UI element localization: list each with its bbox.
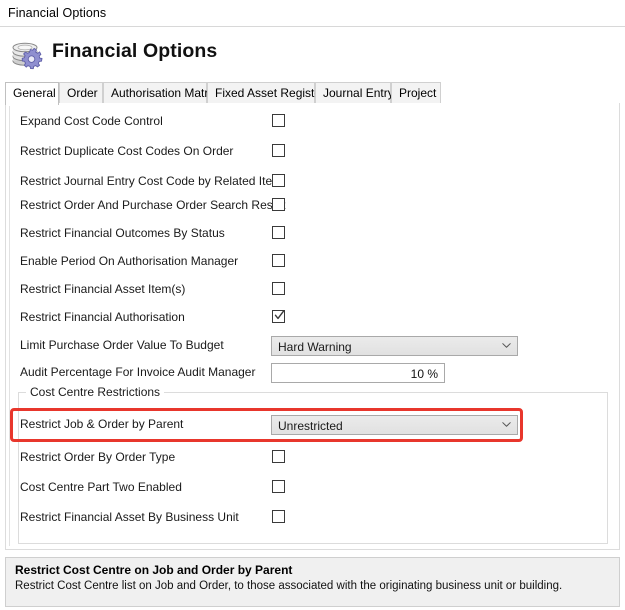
tab-strip: General Order Authorisation Matrix Fixed As…	[5, 82, 620, 105]
window-title: Financial Options	[8, 6, 107, 20]
checkbox-expand-cost-code-control[interactable]	[272, 114, 285, 127]
cost-centre-restrictions-legend: Cost Centre Restrictions	[26, 385, 165, 399]
checkbox-restrict-order-and-purchase-order-search-result[interactable]	[272, 198, 285, 211]
content-left-rule	[9, 106, 10, 546]
option-label: Cost Centre Part Two Enabled	[20, 480, 182, 494]
tab-order[interactable]: Order	[59, 82, 103, 103]
tab-authorisation-matrix[interactable]: Authorisation Matrix	[103, 82, 217, 103]
input-value: 10 %	[410, 367, 438, 381]
checkbox-restrict-order-by-order-type[interactable]	[272, 450, 285, 463]
checkbox-restrict-financial-asset-by-business-unit[interactable]	[272, 510, 285, 523]
option-label: Audit Percentage For Invoice Audit Manag…	[20, 365, 256, 379]
option-label: Restrict Financial Outcomes By Status	[20, 226, 225, 240]
option-row-cost-centre-part-two-enabled: Cost Centre Part Two Enabled	[20, 478, 610, 498]
option-label: Limit Purchase Order Value To Budget	[20, 338, 224, 352]
dropdown-restrict-job-order-by-parent[interactable]: Unrestricted	[271, 415, 518, 435]
checkbox-restrict-financial-asset-item-s[interactable]	[272, 282, 285, 295]
input-audit-percentage-for-invoice-audit-manager[interactable]: 10 %	[271, 363, 445, 383]
option-row-restrict-order-and-purchase-order-search-result: Restrict Order And Purchase Order Search…	[20, 196, 610, 216]
checkbox-restrict-journal-entry-cost-code-by-related-item[interactable]	[272, 174, 285, 187]
option-row-restrict-financial-authorisation: Restrict Financial Authorisation	[20, 308, 610, 328]
tab-fixed-asset-register[interactable]: Fixed Asset Register	[207, 82, 325, 103]
option-label: Expand Cost Code Control	[20, 114, 163, 128]
option-row-restrict-order-by-order-type: Restrict Order By Order Type	[20, 448, 610, 468]
option-row-restrict-job-order-by-parent: Restrict Job & Order by Parent Unrestrict…	[20, 415, 610, 435]
option-label: Restrict Job & Order by Parent	[20, 417, 184, 431]
option-row-restrict-duplicate-cost-codes-on-order: Restrict Duplicate Cost Codes On Order	[20, 142, 610, 162]
dropdown-limit-purchase-order-value-to-budget[interactable]: Hard Warning	[271, 336, 518, 356]
help-panel-title: Restrict Cost Centre on Job and Order by…	[15, 563, 293, 577]
option-row-audit-percentage-for-invoice-audit-manager: Audit Percentage For Invoice Audit Manag…	[20, 363, 610, 383]
tab-journal-entry[interactable]: Journal Entry	[315, 82, 394, 103]
checkbox-enable-period-on-authorisation-manager[interactable]	[272, 254, 285, 267]
option-label: Restrict Order By Order Type	[20, 450, 176, 464]
checkbox-restrict-duplicate-cost-codes-on-order[interactable]	[272, 144, 285, 157]
option-row-expand-cost-code-control: Expand Cost Code Control	[20, 112, 610, 132]
option-row-limit-purchase-order-value-to-budget: Limit Purchase Order Value To Budget Hard…	[20, 336, 610, 356]
option-row-restrict-financial-outcomes-by-status: Restrict Financial Outcomes By Status	[20, 224, 610, 244]
help-panel: Restrict Cost Centre on Job and Order by…	[5, 557, 620, 607]
option-label: Restrict Financial Authorisation	[20, 310, 185, 324]
tab-project[interactable]: Project	[391, 82, 441, 103]
option-row-restrict-financial-asset-item-s: Restrict Financial Asset Item(s)	[20, 280, 610, 300]
page-title: Financial Options	[52, 40, 218, 62]
dropdown-selected-value: Hard Warning	[278, 340, 352, 354]
option-label: Restrict Journal Entry Cost Code by Rela…	[20, 174, 283, 188]
option-label: Restrict Order And Purchase Order Search…	[20, 198, 286, 212]
database-gear-icon	[8, 35, 48, 75]
checkbox-cost-centre-part-two-enabled[interactable]	[272, 480, 285, 493]
option-row-restrict-financial-asset-by-business-unit: Restrict Financial Asset By Business Uni…	[20, 508, 610, 528]
page-header: Financial Options	[0, 28, 625, 82]
option-label: Restrict Financial Asset By Business Uni…	[20, 510, 239, 524]
help-panel-body: Restrict Cost Centre list on Job and Ord…	[15, 580, 563, 592]
checkbox-restrict-financial-outcomes-by-status[interactable]	[272, 226, 285, 239]
option-row-restrict-journal-entry-cost-code-by-related-item: Restrict Journal Entry Cost Code by Rela…	[20, 172, 610, 192]
option-row-enable-period-on-authorisation-manager: Enable Period On Authorisation Manager	[20, 252, 610, 272]
option-label: Restrict Financial Asset Item(s)	[20, 282, 186, 296]
window-titlebar: Financial Options	[0, 0, 625, 27]
option-label: Enable Period On Authorisation Manager	[20, 254, 239, 268]
tab-general[interactable]: General	[5, 82, 59, 105]
checkbox-restrict-financial-authorisation[interactable]	[272, 310, 285, 323]
option-label: Restrict Duplicate Cost Codes On Order	[20, 144, 234, 158]
dropdown-selected-value: Unrestricted	[278, 419, 343, 433]
